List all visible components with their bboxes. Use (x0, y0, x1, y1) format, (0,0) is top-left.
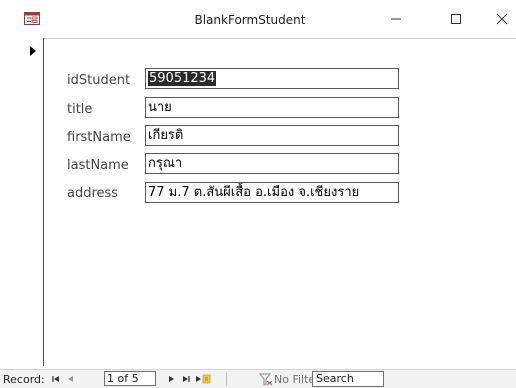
record-navigation-bar: Record: 1 of 5 No Filter Search (0, 369, 516, 388)
first-record-icon[interactable] (50, 373, 62, 385)
lastname-field[interactable]: กรุณา (145, 153, 399, 174)
current-record-input[interactable]: 1 of 5 (104, 371, 156, 386)
previous-record-icon[interactable] (65, 373, 77, 385)
field-label-firstname: firstName (67, 130, 131, 145)
new-record-icon[interactable] (195, 373, 211, 385)
field-label-address: address (67, 186, 119, 201)
window-title: BlankFormStudent (194, 13, 306, 27)
form-icon (24, 12, 40, 25)
field-label-lastname: lastName (67, 158, 129, 173)
record-label: Record: (3, 373, 45, 386)
nav-separator (226, 372, 227, 386)
field-label-idstudent: idStudent (67, 73, 131, 88)
minimize-icon[interactable] (386, 10, 406, 28)
title-bar: BlankFormStudent (0, 0, 516, 38)
idstudent-value: 59051234 (148, 71, 217, 86)
form-top-border (24, 38, 516, 39)
next-record-icon[interactable] (165, 373, 177, 385)
form-window: BlankFormStudent idStudent 59051234 titl… (0, 0, 516, 388)
no-filter-icon (259, 373, 273, 386)
current-record-arrow-icon (30, 46, 36, 56)
maximize-icon[interactable] (446, 10, 466, 28)
field-label-title: title (67, 102, 93, 117)
title-field[interactable]: นาย (145, 97, 399, 118)
firstname-field[interactable]: เกียรติ (145, 125, 399, 146)
record-selector[interactable] (24, 38, 44, 366)
last-record-icon[interactable] (180, 373, 192, 385)
close-icon[interactable] (492, 10, 512, 28)
search-input[interactable]: Search (312, 371, 384, 387)
address-field[interactable]: 77 ม.7 ต.สันผีเสื้อ อ.เมือง จ.เชียงราย (145, 182, 399, 203)
idstudent-field[interactable]: 59051234 (145, 68, 399, 89)
